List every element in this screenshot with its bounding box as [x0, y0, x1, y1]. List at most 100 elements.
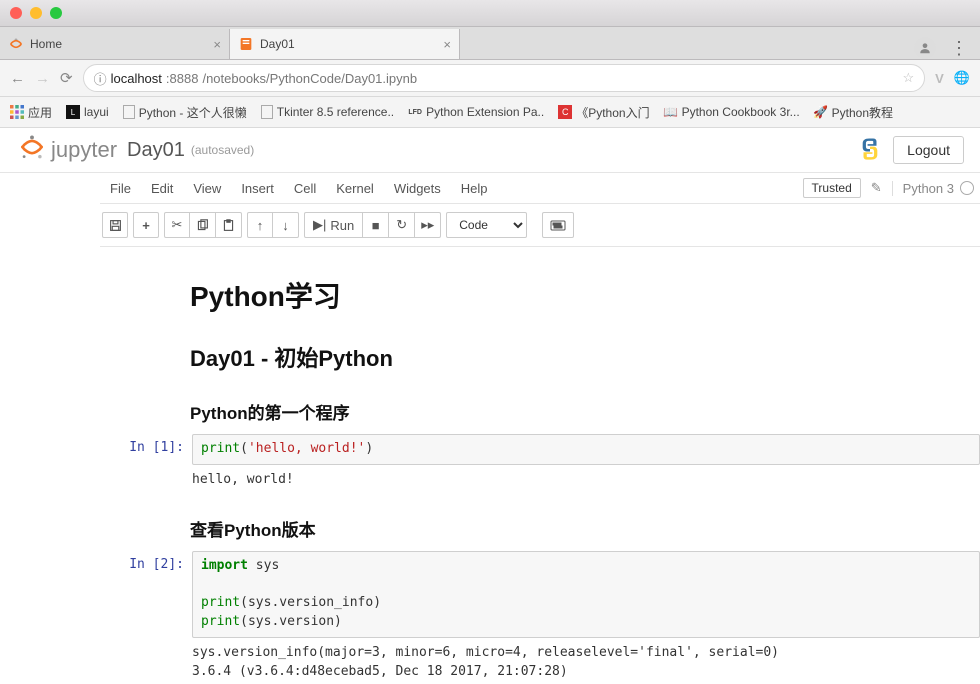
apps-grid-icon: [10, 105, 24, 119]
logout-button[interactable]: Logout: [893, 136, 964, 164]
notebook-body: File Edit View Insert Cell Kernel Widget…: [100, 173, 980, 684]
lfd-icon: LFD: [408, 105, 422, 119]
move-down-button[interactable]: ↓: [273, 212, 299, 238]
menu-cell[interactable]: Cell: [284, 177, 326, 200]
md-h3: Python的第一个程序: [190, 399, 974, 424]
reload-icon[interactable]: ⟳: [60, 69, 73, 87]
jupyter-favicon-icon: [8, 36, 24, 52]
url-host: localhost: [111, 71, 162, 86]
jupyter-brand-text: jupyter: [51, 137, 117, 163]
bookmark-item[interactable]: Python - 这个人很懒: [123, 104, 247, 121]
kernel-indicator[interactable]: Python 3: [892, 181, 974, 196]
code-cell[interactable]: In [2]: import sys print(sys.version_inf…: [100, 551, 980, 684]
menu-view[interactable]: View: [183, 177, 231, 200]
forward-icon[interactable]: →: [35, 70, 50, 87]
restart-button[interactable]: ↻: [389, 212, 415, 238]
bookmark-item[interactable]: 🚀Python教程: [814, 104, 893, 121]
bookmarks-bar: 应用 Llayui Python - 这个人很懒 Tkinter 8.5 ref…: [0, 97, 980, 128]
c-icon: C: [558, 105, 572, 119]
notebook-title[interactable]: Day01: [127, 139, 185, 162]
apps-label: 应用: [28, 104, 52, 121]
browser-tab-home[interactable]: Home ×: [0, 29, 230, 59]
bookmark-item[interactable]: C《Python入门: [558, 104, 649, 121]
bookmark-item[interactable]: 📖Python Cookbook 3r...: [664, 105, 800, 119]
notebook-content: Python学习 Day01 - 初始Python Python的第一个程序 I…: [100, 247, 980, 684]
markdown-cell[interactable]: Python学习 Day01 - 初始Python Python的第一个程序: [100, 275, 980, 424]
autosave-status: (autosaved): [191, 143, 254, 157]
code-cell[interactable]: In [1]: print('hello, world!') hello, wo…: [100, 434, 980, 490]
extension-globe-icon[interactable]: 🌐: [954, 70, 970, 86]
browser-tab-day01[interactable]: Day01 ×: [230, 29, 460, 59]
paste-button[interactable]: [216, 212, 242, 238]
restart-run-all-button[interactable]: ▸▸: [415, 212, 441, 238]
code-input[interactable]: print('hello, world!'): [192, 434, 980, 465]
window-maximize-button[interactable]: [50, 7, 62, 19]
cell-output: sys.version_info(major=3, minor=6, micro…: [192, 638, 980, 684]
code-input[interactable]: import sys print(sys.version_info) print…: [192, 551, 980, 638]
rocket-icon: 🚀: [814, 105, 828, 119]
window-close-button[interactable]: [10, 7, 22, 19]
extension-icons: V 🌐: [935, 70, 970, 86]
edit-pencil-icon[interactable]: ✎: [871, 180, 882, 196]
address-bar[interactable]: ⓘ localhost :8888/notebooks/PythonCode/Da…: [83, 64, 926, 92]
browser-window: { "browser_tabs": [ {"title":"Home"}, {"…: [0, 0, 980, 684]
profile-avatar-icon[interactable]: [914, 37, 936, 59]
input-prompt: In [1]:: [100, 434, 192, 490]
url-path: /notebooks/PythonCode/Day01.ipynb: [202, 71, 417, 86]
tab-title: Home: [30, 37, 207, 51]
menu-edit[interactable]: Edit: [141, 177, 183, 200]
run-button[interactable]: ▶| Run: [304, 212, 363, 238]
md-h3: 查看Python版本: [190, 516, 974, 541]
tab-title: Day01: [260, 37, 437, 51]
add-cell-button[interactable]: +: [133, 212, 159, 238]
cut-button[interactable]: ✂: [164, 212, 190, 238]
menu-file[interactable]: File: [100, 177, 141, 200]
python-logo-icon: [857, 136, 883, 165]
layui-icon: L: [66, 105, 80, 119]
jupyter-logo[interactable]: jupyter: [18, 133, 117, 167]
toolbar: + ✂ ↑ ↓ ▶| Run ■ ↻ ▸▸ Code: [100, 204, 980, 247]
kernel-status-icon: [960, 181, 974, 195]
close-tab-icon[interactable]: ×: [443, 37, 451, 52]
run-label: Run: [330, 218, 354, 233]
markdown-cell[interactable]: 查看Python版本: [100, 516, 980, 541]
browser-tab-row: Home × Day01 × ⋮: [0, 27, 980, 60]
tab-overflow-area: ⋮: [460, 37, 980, 59]
notebook-favicon-icon: [238, 36, 254, 52]
page: jupyter Day01 (autosaved) Logout File Ed…: [0, 128, 980, 684]
url-port: :8888: [166, 71, 199, 86]
bookmark-star-icon[interactable]: ☆: [902, 70, 914, 86]
cell-type-select[interactable]: Code: [446, 212, 527, 238]
bookmark-item[interactable]: Llayui: [66, 105, 109, 119]
window-minimize-button[interactable]: [30, 7, 42, 19]
extension-v-icon[interactable]: V: [935, 71, 944, 86]
book-icon: 📖: [664, 105, 678, 119]
menu-insert[interactable]: Insert: [231, 177, 284, 200]
command-palette-button[interactable]: [542, 212, 574, 238]
menu-kernel[interactable]: Kernel: [326, 177, 384, 200]
jupyter-logo-icon: [18, 133, 46, 167]
md-h1: Python学习: [190, 275, 974, 315]
close-tab-icon[interactable]: ×: [213, 37, 221, 52]
menu-help[interactable]: Help: [451, 177, 498, 200]
interrupt-button[interactable]: ■: [363, 212, 389, 238]
cell-output: hello, world!: [192, 465, 980, 490]
page-icon: [261, 105, 273, 119]
bookmark-item[interactable]: Tkinter 8.5 reference..: [261, 105, 394, 119]
site-info-icon[interactable]: ⓘ: [94, 69, 107, 88]
menu-widgets[interactable]: Widgets: [384, 177, 451, 200]
run-step-icon: ▶|: [313, 217, 326, 233]
move-up-button[interactable]: ↑: [247, 212, 273, 238]
save-button[interactable]: [102, 212, 128, 238]
page-icon: [123, 105, 135, 119]
chrome-menu-icon[interactable]: ⋮: [950, 38, 968, 59]
copy-button[interactable]: [190, 212, 216, 238]
menu-bar: File Edit View Insert Cell Kernel Widget…: [100, 173, 980, 204]
trusted-badge[interactable]: Trusted: [803, 178, 861, 198]
kernel-name: Python 3: [903, 181, 954, 196]
apps-button[interactable]: 应用: [10, 104, 52, 121]
notebook-header: jupyter Day01 (autosaved) Logout: [0, 128, 980, 173]
bookmark-item[interactable]: LFDPython Extension Pa..: [408, 105, 544, 119]
back-icon[interactable]: ←: [10, 70, 25, 87]
address-row: ← → ⟳ ⓘ localhost :8888/notebooks/PythonC…: [0, 60, 980, 97]
